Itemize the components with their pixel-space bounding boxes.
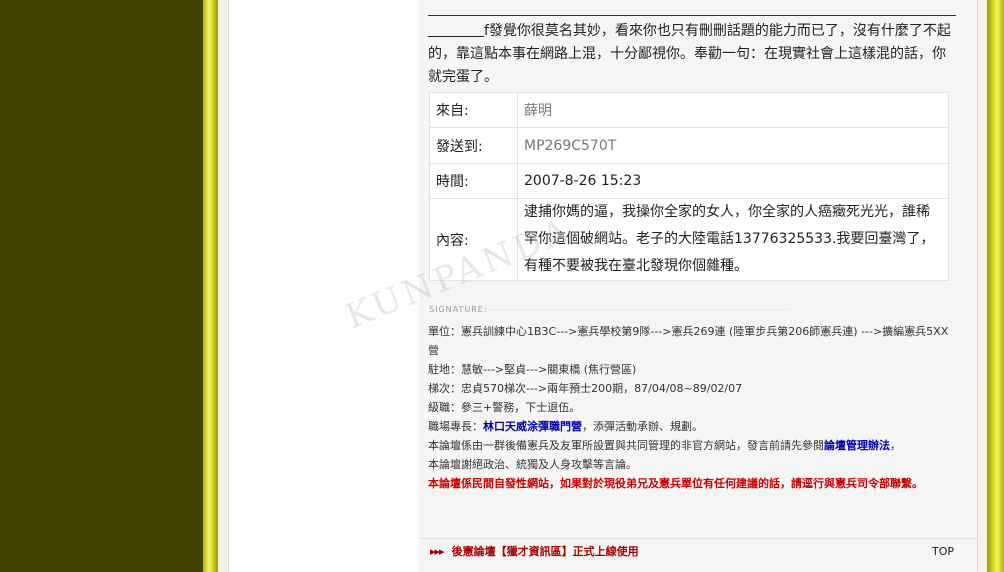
post-top-divider bbox=[428, 15, 956, 16]
content-value: 逮捕你媽的逼，我操你全家的女人，你全家的人癌癥死光光，誰稀罕你這個破網站。老子的… bbox=[517, 198, 949, 281]
table-row: 來自: 薛明 bbox=[429, 92, 949, 128]
signature-unit-line: 單位：憲兵訓練中心1B3C--->憲兵學校第9隊--->憲兵269連 (陸軍步兵… bbox=[428, 325, 949, 357]
from-value: 薛明 bbox=[517, 92, 949, 128]
table-row: 發送到: MP269C570T bbox=[429, 127, 949, 164]
to-value: MP269C570T bbox=[517, 127, 949, 164]
time-label: 時間: bbox=[429, 163, 518, 199]
to-label: 發送到: bbox=[429, 127, 518, 164]
time-value: 2007-8-26 15:23 bbox=[517, 163, 949, 199]
signature-block: 單位：憲兵訓練中心1B3C--->憲兵學校第9隊--->憲兵269連 (陸軍步兵… bbox=[428, 322, 956, 493]
signature-policy-line: 本論壇謝絕政治、統獨及人身攻擊等言論。 bbox=[428, 458, 637, 471]
signature-batch-line: 梯次：忠貞570梯次--->兩年預士200期，87/04/08~89/02/07 bbox=[428, 382, 743, 395]
signature-station-line: 駐地：慧敏--->堅貞--->關東橋 (焦行營區) bbox=[428, 363, 637, 376]
forum-rules-link[interactable]: 論壇管理辦法 bbox=[824, 439, 890, 452]
signature-divider bbox=[490, 309, 790, 310]
specialty-link[interactable]: 林口天威涂彈職門營 bbox=[483, 420, 582, 433]
signature-forum-line: 本論壇係由一群後備憲兵及友軍所設置與共同管理的非官方網站，發言前請先參閱論壇管理… bbox=[428, 439, 901, 452]
right-margin bbox=[978, 0, 987, 572]
signature-specialty-line: 職場專長：林口天威涂彈職門營，添彈活動承辦、規劃。 bbox=[428, 420, 703, 433]
post-body-text: f發覺你很莫名其妙，看來你也只有刪刪話題的能力而已了，沒有什麼了不起的，靠這點本… bbox=[428, 20, 958, 89]
signature-rank-line: 級職：參三+警務，下士退伍。 bbox=[428, 401, 581, 414]
redacted-underline bbox=[428, 21, 484, 37]
footer-divider bbox=[419, 538, 977, 539]
from-label: 來自: bbox=[429, 92, 518, 128]
signature-label: SIGNATURE: bbox=[429, 305, 488, 314]
footer-link-text: 後憲論壇【獵才資訊區】正式上線使用 bbox=[451, 545, 639, 558]
left-sidebar-band bbox=[0, 0, 203, 572]
post-intro-text: f發覺你很莫名其妙，看來你也只有刪刪話題的能力而已了，沒有什麼了不起的，靠這點本… bbox=[428, 23, 951, 85]
left-margin bbox=[218, 0, 228, 572]
left-decorative-bar bbox=[203, 0, 218, 572]
back-to-top-link[interactable]: TOP bbox=[932, 545, 954, 558]
right-decorative-bar bbox=[987, 0, 1004, 572]
signature-notice-line: 本論壇係民間自發性網站，如果對於現役弟兄及憲兵單位有任何建議的話，請逕行與憲兵司… bbox=[428, 477, 923, 490]
footer-announcement-link[interactable]: ▸▸▸ 後憲論壇【獵才資訊區】正式上線使用 bbox=[430, 543, 639, 559]
table-row: 時間: 2007-8-26 15:23 bbox=[429, 163, 949, 199]
triple-arrow-icon: ▸▸▸ bbox=[430, 545, 445, 558]
